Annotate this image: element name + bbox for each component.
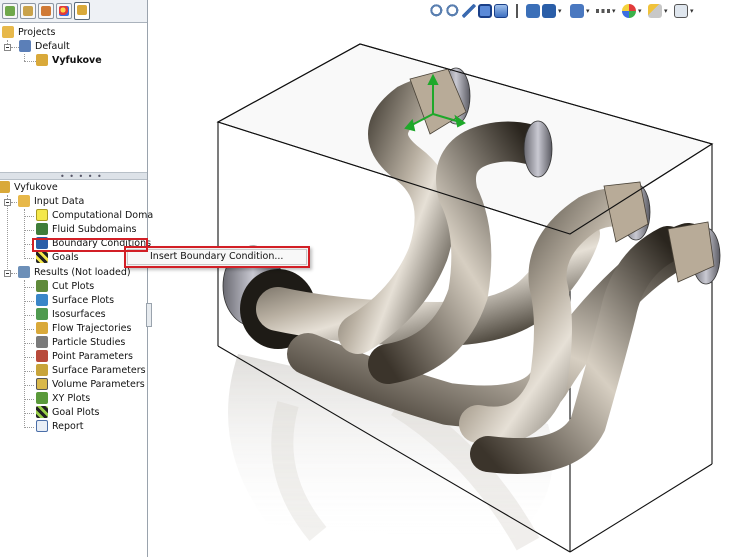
projects-icon [2, 26, 14, 38]
previous-view-icon[interactable] [462, 4, 476, 18]
flow-simulation-panel: Projects Default Vyfukove • • • • • Vyfu… [0, 0, 153, 557]
chevron-down-icon[interactable]: ▾ [664, 4, 670, 18]
chevron-down-icon[interactable]: ▾ [638, 4, 644, 18]
volume-parameters-icon [36, 378, 48, 390]
cut-plots-icon [36, 280, 48, 292]
flow-trajectories[interactable]: Flow Trajectories [36, 322, 131, 336]
surface-plots-icon [36, 294, 48, 306]
surface-parameters-icon [36, 364, 48, 376]
edit-appearance-icon[interactable] [542, 4, 556, 18]
point-parameters-icon [36, 350, 48, 362]
chevron-down-icon[interactable]: ▾ [690, 4, 696, 18]
apply-scene-icon[interactable] [570, 4, 584, 18]
particle-studies[interactable]: Particle Studies [36, 336, 125, 350]
results-expander[interactable] [4, 270, 11, 277]
input-data-expander[interactable] [4, 199, 11, 206]
goal-plots-icon [36, 406, 48, 418]
panel-splitter[interactable]: • • • • • [0, 172, 147, 181]
computational-domain-icon [36, 209, 48, 221]
surface-parameters[interactable]: Surface Parameters [36, 364, 146, 378]
fluid-subdomains-icon [36, 223, 48, 235]
point-parameters[interactable]: Point Parameters [36, 350, 133, 364]
results-icon [18, 266, 30, 278]
section-view-icon[interactable] [478, 4, 492, 18]
configuration-icon [19, 40, 31, 52]
config-default[interactable]: Default [19, 40, 70, 54]
project-vyfukove[interactable]: Vyfukove [36, 54, 102, 68]
fluid-subdomains[interactable]: Fluid Subdomains [36, 223, 136, 237]
computational-domain[interactable]: Computational Doma [36, 209, 153, 223]
flow-project-icon [36, 54, 48, 66]
property-manager-tab[interactable] [20, 3, 36, 19]
volume-parameters[interactable]: Volume Parameters [36, 378, 145, 392]
goal-plots[interactable]: Goal Plots [36, 406, 100, 420]
isosurfaces[interactable]: Isosurfaces [36, 308, 106, 322]
graphics-viewport[interactable] [148, 24, 750, 557]
results-folder[interactable]: Results (Not loaded) [18, 266, 131, 280]
input-data-folder[interactable]: Input Data [18, 195, 84, 209]
insert-menu-highlight [124, 246, 310, 268]
display-style-icon[interactable] [512, 4, 522, 18]
analysis-root[interactable]: Vyfukove [0, 181, 58, 195]
zoom-to-area-icon[interactable] [446, 4, 460, 18]
xy-plots-icon [36, 392, 48, 404]
feature-manager-tab[interactable] [2, 3, 18, 19]
heads-up-view-toolbar: ▾ ▾ ▾ ▾ ▾ ▾ [428, 3, 718, 21]
monitor-icon[interactable] [674, 4, 688, 18]
appearance-manager-icon [59, 6, 69, 16]
isosurfaces-icon [36, 308, 48, 320]
report[interactable]: Report [36, 420, 84, 434]
particle-studies-icon [36, 336, 48, 348]
projects-root[interactable]: Projects [2, 26, 55, 40]
cut-plots[interactable]: Cut Plots [36, 280, 94, 294]
flow-trajectories-icon [36, 322, 48, 334]
default-expander[interactable] [4, 44, 11, 51]
appearance-manager-tab[interactable] [56, 3, 72, 19]
scene-icon[interactable] [648, 4, 662, 18]
goals[interactable]: Goals [36, 251, 79, 265]
report-icon [36, 420, 48, 432]
zoom-to-fit-icon[interactable] [430, 4, 444, 18]
surface-plots[interactable]: Surface Plots [36, 294, 114, 308]
appearance-ball-icon[interactable] [622, 4, 636, 18]
flow-simulation-tab[interactable] [74, 2, 90, 20]
flow-simulation-icon [77, 5, 87, 15]
view-settings-icon[interactable] [596, 4, 610, 18]
chevron-down-icon[interactable]: ▾ [586, 4, 592, 18]
chevron-down-icon[interactable]: ▾ [612, 4, 618, 18]
chevron-down-icon[interactable]: ▾ [558, 4, 564, 18]
feature-manager-icon [5, 6, 15, 16]
view-orientation-icon[interactable] [494, 4, 508, 18]
flow-project-icon [0, 181, 10, 193]
configuration-manager-icon [41, 6, 51, 16]
configuration-manager-tab[interactable] [38, 3, 54, 19]
goals-flag-icon [36, 251, 48, 263]
manager-tab-strip [0, 0, 147, 23]
xy-plots[interactable]: XY Plots [36, 392, 90, 406]
folder-icon [18, 195, 30, 207]
hide-show-items-icon[interactable] [526, 4, 540, 18]
property-manager-icon [23, 6, 33, 16]
